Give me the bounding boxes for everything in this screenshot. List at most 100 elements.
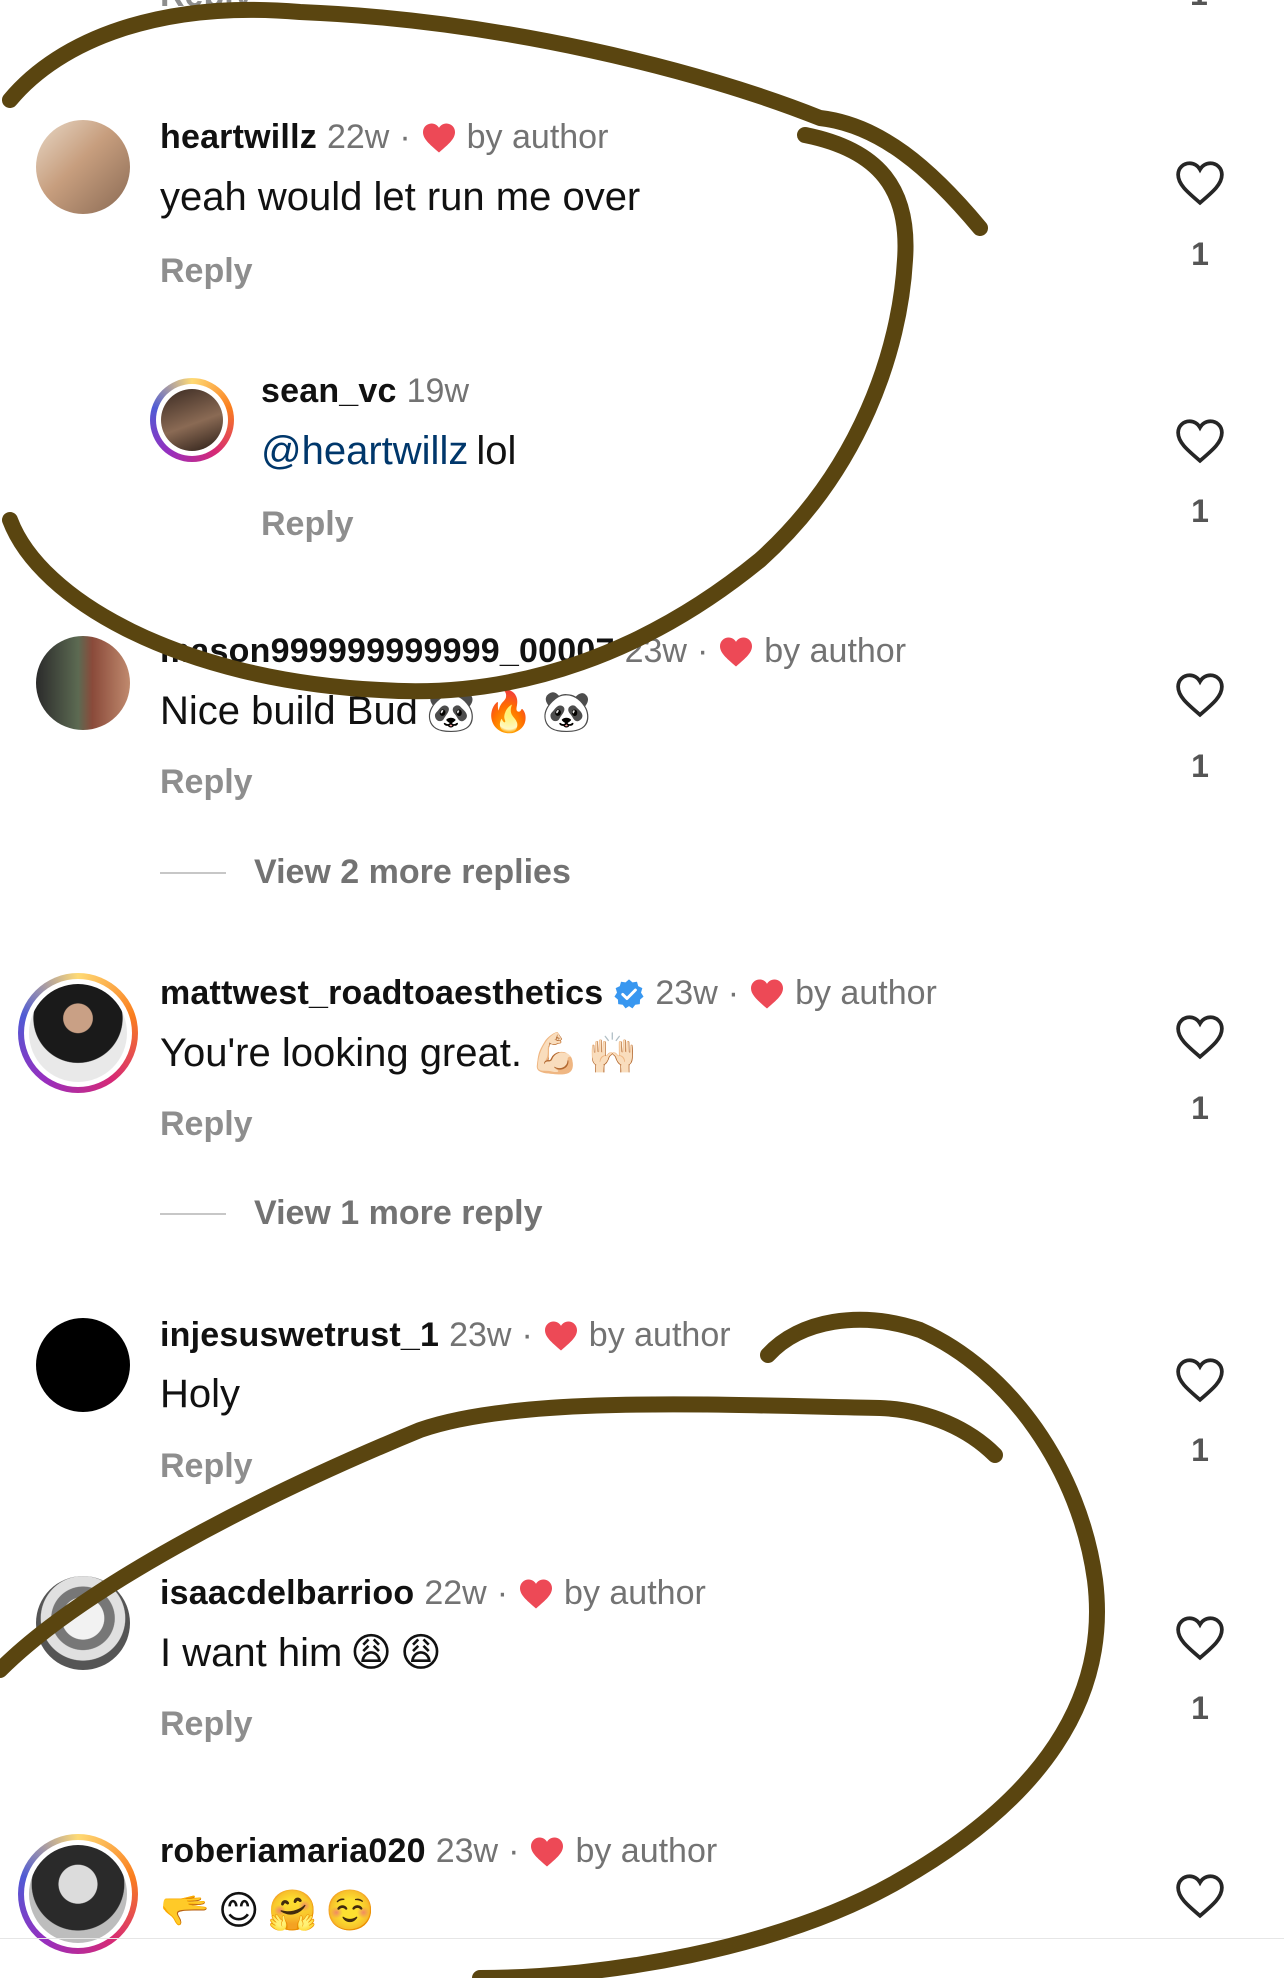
blushing-face-emoji: ☺️ <box>325 1888 376 1934</box>
fire-emoji: 🔥 <box>483 689 534 735</box>
reply-button[interactable]: Reply <box>261 505 354 544</box>
timestamp: 23w <box>655 974 718 1012</box>
separator: · <box>521 1316 533 1354</box>
like-count: 1 <box>1191 493 1209 529</box>
heart-filled-icon <box>422 122 455 153</box>
avatar[interactable] <box>18 1834 138 1954</box>
view-more-label: View 2 more replies <box>254 853 571 891</box>
comment-header: roberiamaria020 23w · by author <box>160 1832 717 1871</box>
timestamp: 23w <box>624 632 687 670</box>
divider <box>0 1938 1284 1939</box>
avatar[interactable] <box>150 378 234 462</box>
heart-outline-icon[interactable] <box>1175 672 1225 718</box>
raising-hands-emoji: 🙌🏻 <box>587 1031 638 1077</box>
avatar[interactable] <box>36 1318 130 1412</box>
weary-face-emoji: 😩 <box>350 1630 392 1676</box>
comment-header: sean_vc 19w <box>261 372 469 411</box>
like-count: 1 <box>1191 236 1209 272</box>
like-count: 1 <box>1191 748 1209 784</box>
username[interactable]: isaacdelbarrioo <box>160 1574 414 1613</box>
divider <box>160 1212 226 1215</box>
comment-body: yeah would let run me over <box>160 175 641 219</box>
timestamp: 19w <box>406 372 469 410</box>
weary-face-emoji: 😩 <box>400 1630 442 1676</box>
panda-emoji: 🐼 <box>425 689 476 735</box>
username[interactable]: mattwest_roadtoaesthetics <box>160 974 603 1013</box>
username[interactable]: heartwillz <box>160 118 317 157</box>
avatar[interactable] <box>36 120 130 214</box>
like-count: 1 <box>1191 1090 1209 1126</box>
by-author-label: by author <box>764 632 907 670</box>
hugging-face-emoji: 🤗 <box>267 1888 318 1934</box>
reply-button[interactable]: Reply <box>160 252 253 291</box>
view-more-label: View 1 more reply <box>254 1194 543 1232</box>
heart-filled-icon <box>544 1320 577 1351</box>
heart-outline-icon[interactable] <box>1175 1357 1225 1403</box>
by-author-label: by author <box>564 1574 706 1612</box>
heart-filled-icon <box>531 1836 564 1867</box>
annotation-circle-top <box>2 1 988 700</box>
reply-button[interactable]: Reply <box>160 1705 253 1744</box>
like-count-previous: 1 <box>1190 0 1208 13</box>
timestamp: 22w <box>424 1574 487 1612</box>
by-author-label: by author <box>466 118 609 156</box>
heart-outline-icon[interactable] <box>1175 1014 1225 1060</box>
username[interactable]: injesuswetrust_1 <box>160 1316 439 1355</box>
like-count: 1 <box>1191 1690 1209 1726</box>
flexed-biceps-emoji: 💪🏻 <box>529 1031 580 1077</box>
heart-filled-icon <box>520 1578 553 1609</box>
reply-button[interactable]: Reply <box>160 1447 253 1486</box>
separator: · <box>496 1574 509 1612</box>
comment-header: mattwest_roadtoaesthetics 23w · by autho… <box>160 974 937 1013</box>
heart-filled-icon <box>720 636 753 667</box>
avatar[interactable] <box>36 1576 130 1670</box>
comment-body: Nice build Bud <box>160 689 418 733</box>
verified-badge-icon <box>614 978 644 1008</box>
comment-text: You're looking great. 💪🏻 🙌🏻 <box>160 1030 638 1077</box>
heart-outline-icon[interactable] <box>1175 1615 1225 1661</box>
username[interactable]: mason999999999999_00007 <box>160 632 615 671</box>
panda-emoji: 🐼 <box>541 689 592 735</box>
timestamp: 23w <box>435 1832 499 1870</box>
heart-filled-icon <box>751 978 784 1009</box>
by-author-label: by author <box>575 1832 718 1870</box>
avatar[interactable] <box>36 636 130 730</box>
palm-down-hand-emoji: 🫳 <box>160 1888 210 1934</box>
comment-body: You're looking great. <box>160 1031 522 1075</box>
comment-text: Holy <box>160 1372 240 1417</box>
username[interactable]: roberiamaria020 <box>160 1832 426 1871</box>
view-more-replies-button[interactable]: View 2 more replies <box>160 853 571 892</box>
comment-text: Nice build Bud 🐼 🔥 🐼 <box>160 688 591 735</box>
separator: · <box>399 118 411 156</box>
mention-link[interactable]: @heartwillz <box>261 429 468 474</box>
comment-body: Holy <box>160 1372 241 1416</box>
username[interactable]: sean_vc <box>261 372 397 411</box>
comment-header: heartwillz 22w · by author <box>160 118 608 157</box>
view-more-replies-button[interactable]: View 1 more reply <box>160 1194 543 1233</box>
timestamp: 23w <box>449 1316 512 1354</box>
comment-header: isaacdelbarrioo 22w · by author <box>160 1574 706 1613</box>
timestamp: 22w <box>326 118 390 156</box>
separator: · <box>696 632 709 670</box>
comment-text: I want him 😩 😩 <box>160 1630 442 1676</box>
reply-button[interactable]: Reply <box>160 763 253 802</box>
by-author-label: by author <box>795 974 937 1012</box>
comment-text: @heartwillz lol <box>261 429 516 474</box>
comment-body: lol <box>476 429 517 473</box>
comment-header: injesuswetrust_1 23w · by author <box>160 1316 731 1355</box>
comment-header: mason999999999999_00007 23w · by author <box>160 632 906 671</box>
smiling-face-emoji: 😊 <box>217 1887 260 1934</box>
reply-button[interactable]: Reply <box>160 1105 253 1144</box>
separator: · <box>727 974 740 1012</box>
comment-body: I want him <box>160 1630 343 1675</box>
comment-text: yeah would let run me over <box>160 175 640 220</box>
heart-outline-icon[interactable] <box>1175 160 1225 206</box>
comment-text: 🫳 😊 🤗 ☺️ <box>160 1887 376 1935</box>
reply-button-previous[interactable]: Reply <box>160 0 253 15</box>
heart-outline-icon[interactable] <box>1175 418 1225 464</box>
divider <box>160 871 226 874</box>
heart-outline-icon[interactable] <box>1175 1873 1225 1919</box>
avatar[interactable] <box>18 973 138 1093</box>
like-count: 1 <box>1191 1432 1209 1468</box>
separator: · <box>508 1832 520 1870</box>
